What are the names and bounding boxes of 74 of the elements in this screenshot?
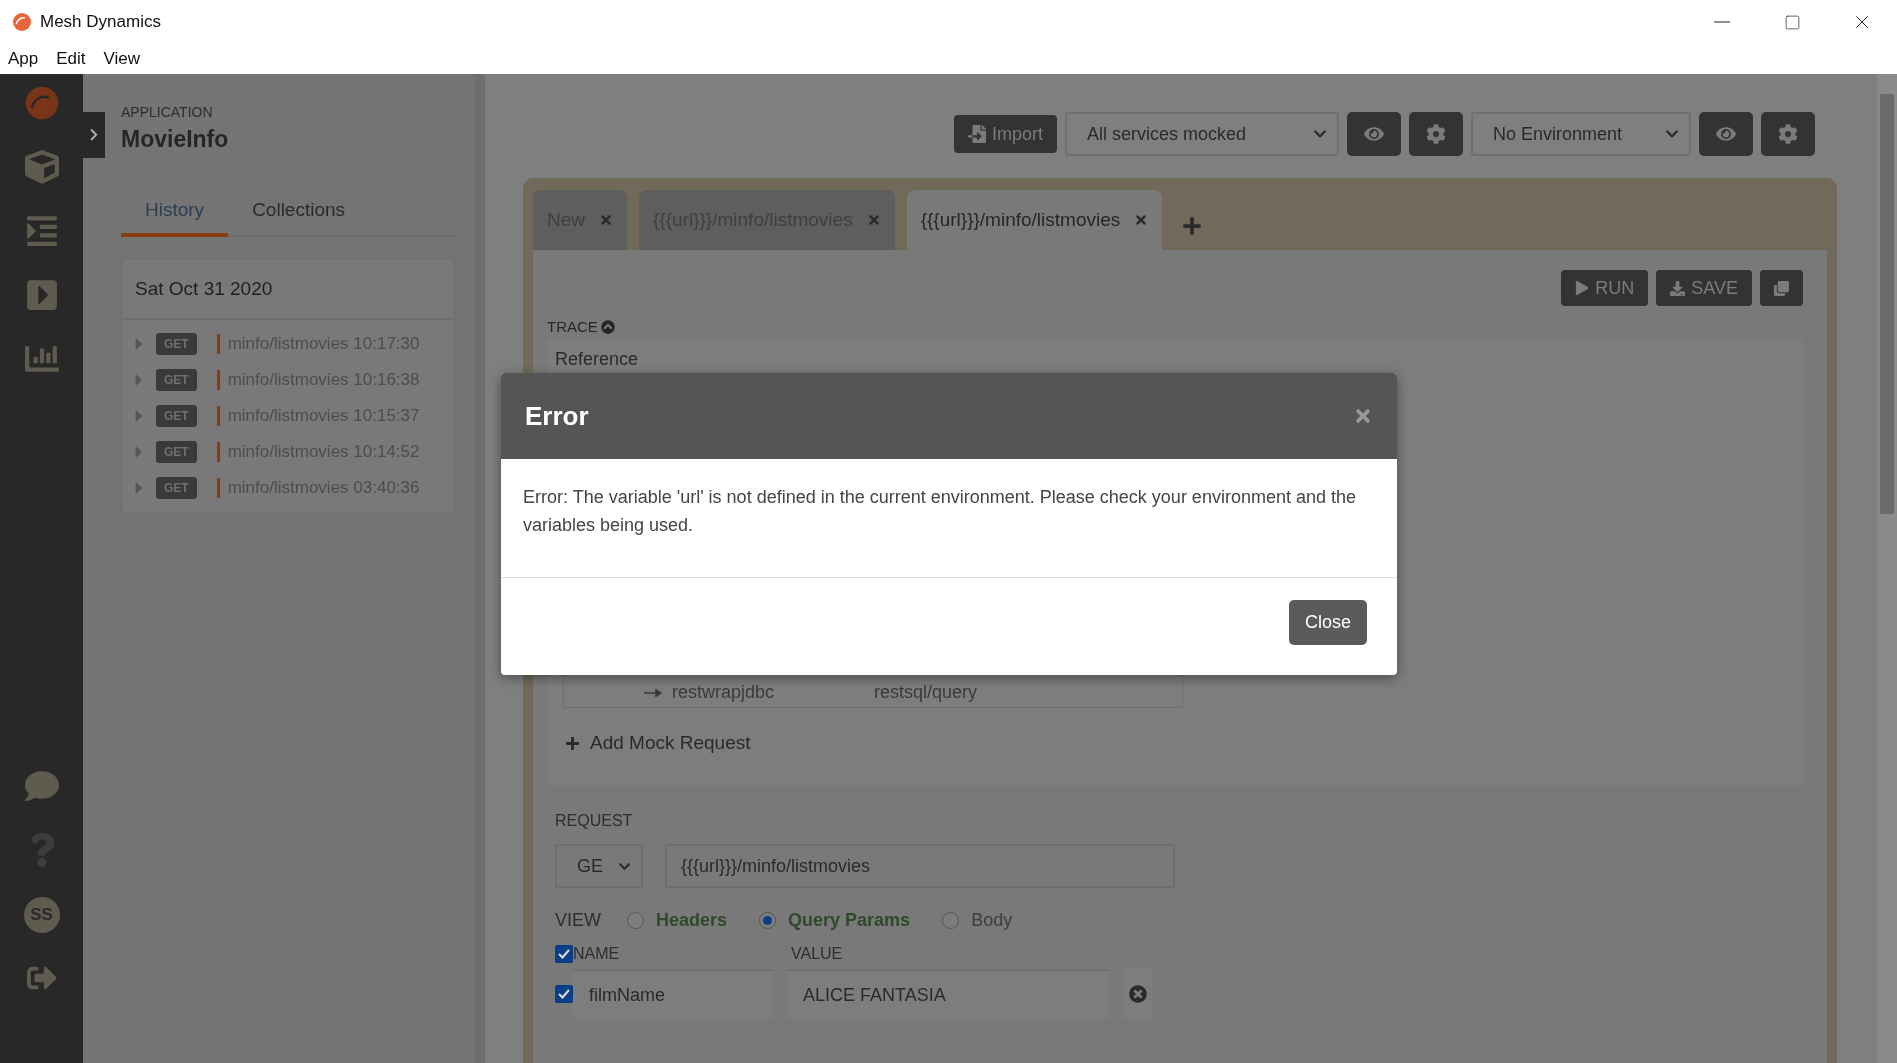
list-icon[interactable] bbox=[24, 214, 59, 248]
service-path: restsql/query bbox=[874, 682, 978, 703]
download-icon bbox=[1670, 280, 1686, 296]
column-header: VALUE bbox=[791, 945, 843, 963]
scrollbar[interactable] bbox=[1877, 74, 1897, 1063]
request-tab[interactable]: {{{url}}}/minfo/listmovies bbox=[906, 190, 1163, 250]
expand-toggle[interactable] bbox=[83, 112, 105, 158]
view-button[interactable] bbox=[1347, 112, 1401, 156]
checkbox[interactable] bbox=[555, 985, 573, 1003]
environment-select[interactable]: No Environment bbox=[1471, 112, 1691, 156]
application-label: APPLICATION bbox=[121, 104, 214, 120]
settings-icon bbox=[1426, 124, 1446, 144]
cube-icon[interactable] bbox=[24, 150, 59, 184]
eye-icon bbox=[1716, 124, 1736, 144]
error-message: Error: The variable 'url' is not defined in the current environment. Please check your environment and the variables being used. bbox=[501, 459, 1397, 578]
checkmark-icon bbox=[558, 949, 570, 959]
radio-button[interactable] bbox=[759, 912, 777, 929]
column-header: NAME bbox=[573, 945, 621, 963]
run-button[interactable]: RUN bbox=[1561, 270, 1649, 306]
url-field[interactable]: {{{url}}}/minfo/listmovies bbox=[665, 844, 1175, 888]
checkbox[interactable] bbox=[555, 945, 573, 963]
panel-tab[interactable]: History bbox=[121, 187, 229, 237]
request-label: REQUEST bbox=[554, 812, 634, 830]
close-icon[interactable] bbox=[866, 213, 881, 227]
window-title: Mesh Dynamics bbox=[40, 12, 162, 32]
param-name-field[interactable]: filmName bbox=[573, 969, 773, 1019]
logo-icon bbox=[12, 12, 32, 32]
plus-icon bbox=[1182, 216, 1203, 236]
minimize-icon bbox=[1714, 21, 1730, 23]
menu-item[interactable]: View bbox=[103, 49, 141, 69]
view-button[interactable] bbox=[1699, 112, 1753, 156]
play-icon[interactable] bbox=[24, 278, 59, 312]
close-button[interactable]: Close bbox=[1288, 600, 1367, 645]
panel-tab[interactable]: Collections bbox=[228, 187, 370, 237]
plus-icon bbox=[565, 735, 580, 751]
method-select[interactable]: GE bbox=[555, 844, 643, 888]
copy-icon bbox=[1774, 280, 1789, 296]
copy-button[interactable] bbox=[1760, 270, 1803, 306]
import-button[interactable]: Import bbox=[954, 115, 1057, 153]
view-option-label[interactable]: Query Params bbox=[788, 910, 911, 931]
menu-item[interactable]: App bbox=[8, 49, 39, 69]
application-name: MovieInfo bbox=[121, 126, 230, 153]
history-date: Sat Oct 31 2020 bbox=[122, 260, 454, 320]
save-button[interactable]: SAVE bbox=[1656, 270, 1752, 306]
mock-select[interactable]: All services mocked bbox=[1065, 112, 1339, 156]
play-icon bbox=[1575, 281, 1590, 295]
menu-item[interactable]: Edit bbox=[56, 49, 86, 69]
close-icon[interactable] bbox=[1134, 213, 1149, 227]
dialog-title: Error bbox=[525, 400, 589, 432]
delete-icon bbox=[1129, 984, 1147, 1004]
service-name: restwrapjdbc bbox=[672, 682, 775, 703]
reference-label: Reference bbox=[555, 349, 640, 370]
arrow-icon bbox=[644, 688, 662, 697]
radio-button[interactable] bbox=[942, 912, 960, 929]
chat-icon[interactable] bbox=[24, 769, 59, 803]
import-icon bbox=[968, 125, 986, 143]
view-option-label[interactable]: Body bbox=[971, 910, 1013, 931]
add-mock-request-button[interactable]: Add Mock Request bbox=[555, 732, 1795, 754]
collapse-icon bbox=[600, 319, 615, 334]
eye-icon bbox=[1364, 124, 1384, 144]
view-label: VIEW bbox=[555, 910, 601, 931]
param-value-field[interactable]: ALICE FANTASIA bbox=[787, 969, 1109, 1019]
delete-button[interactable] bbox=[1123, 969, 1153, 1019]
settings-button[interactable] bbox=[1409, 112, 1463, 156]
radio-button[interactable] bbox=[627, 912, 644, 929]
chevron-right-icon bbox=[89, 128, 99, 142]
checkmark-icon bbox=[558, 989, 570, 999]
logo-icon[interactable] bbox=[24, 86, 59, 120]
trace-label[interactable]: TRACE bbox=[547, 318, 1803, 335]
view-option-label[interactable]: Headers bbox=[656, 910, 728, 931]
maximize-icon bbox=[1783, 13, 1801, 31]
settings-button[interactable] bbox=[1761, 112, 1815, 156]
close-icon[interactable] bbox=[599, 213, 613, 227]
settings-icon bbox=[1778, 124, 1798, 144]
